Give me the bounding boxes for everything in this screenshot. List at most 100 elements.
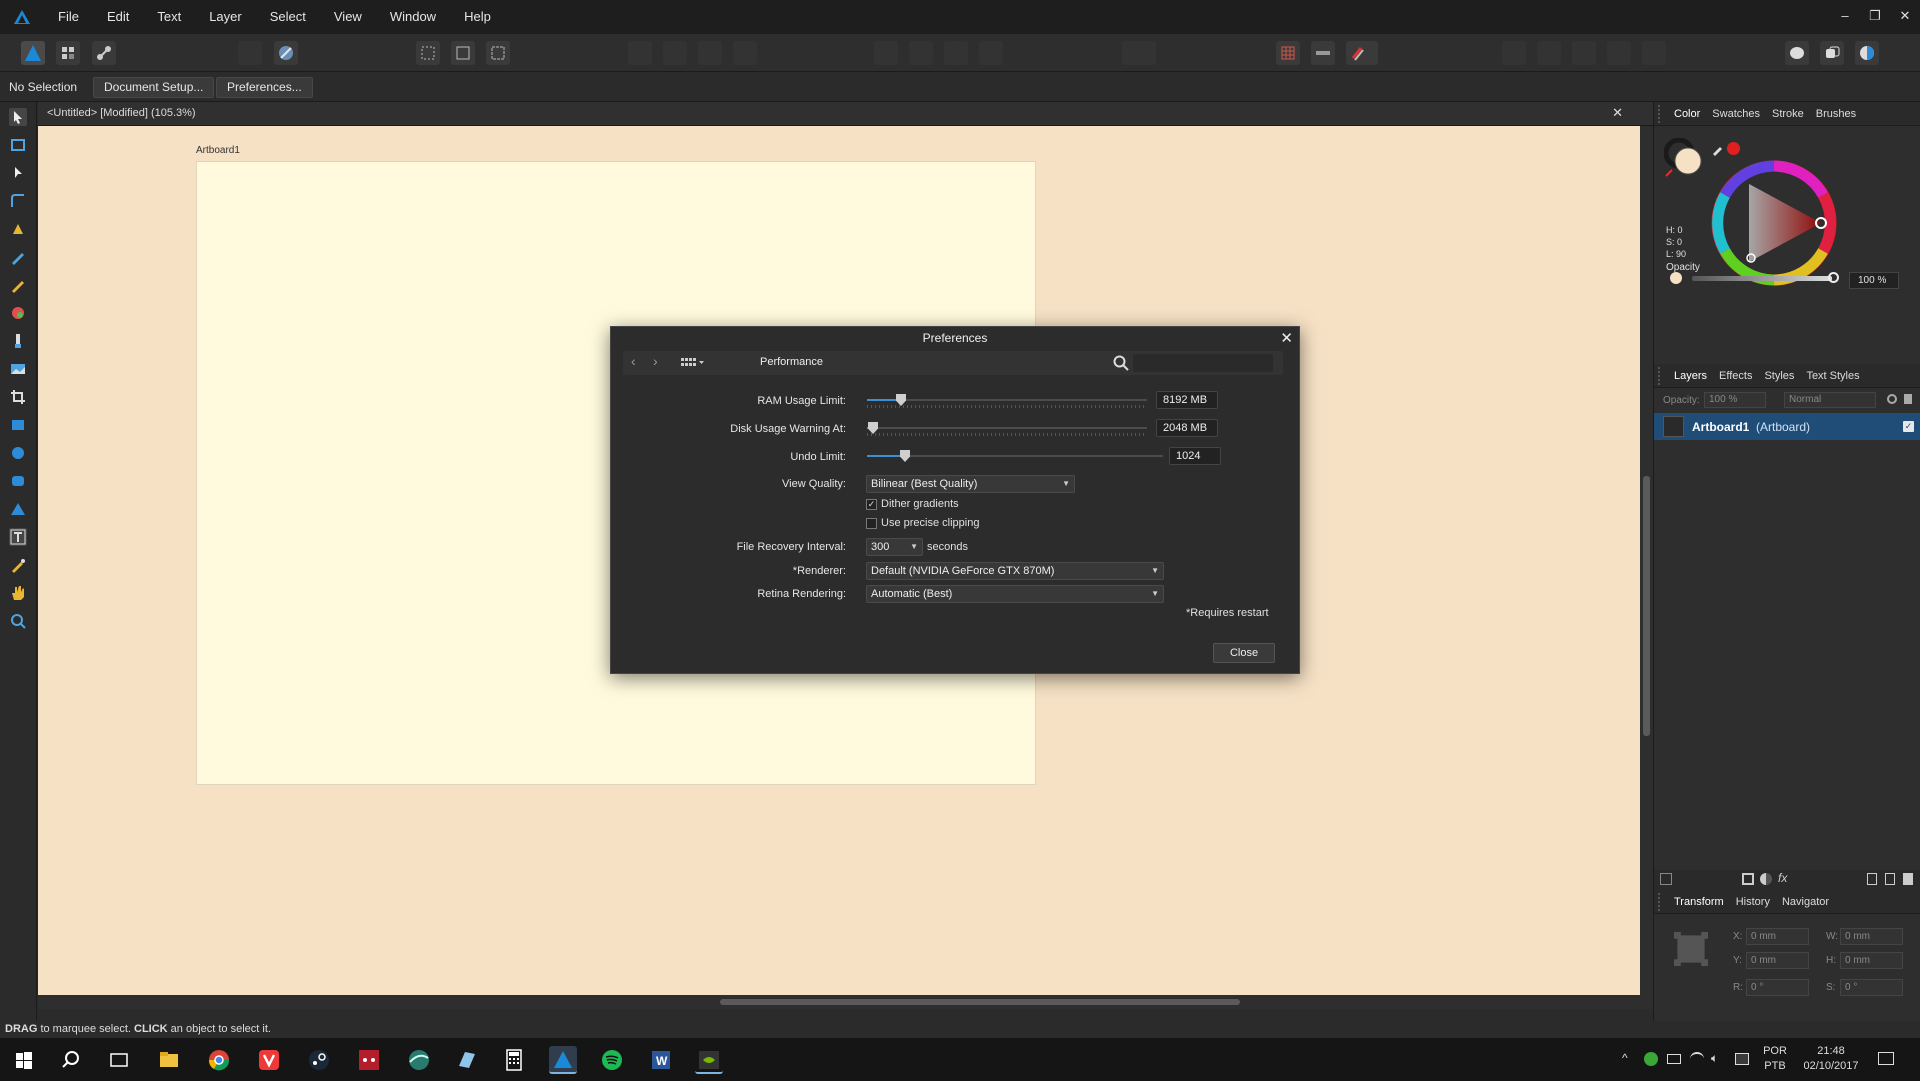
panel-grip-icon[interactable] [1658,366,1668,385]
layers-menu-icon[interactable] [1660,873,1672,885]
opacity-slider[interactable] [1692,276,1832,281]
file-explorer-icon[interactable] [155,1046,183,1074]
menu-view[interactable]: View [320,0,376,34]
rotation-field[interactable]: 0 ° [1746,979,1809,996]
vertical-scrollbar[interactable] [1640,126,1653,995]
fx-icon[interactable]: fx [1778,871,1787,885]
w-field[interactable]: 0 mm [1840,928,1903,945]
designer-persona-icon[interactable] [21,41,45,65]
disk-warning-field[interactable]: 2048 MB [1156,419,1218,437]
snapping-magnet-icon[interactable] [1346,41,1378,65]
calculator-icon[interactable] [500,1046,528,1074]
boolean-intersect-icon[interactable] [1572,41,1596,65]
select-none-icon[interactable] [451,41,475,65]
vector-brush-tool-icon[interactable] [9,276,27,294]
anchor-selector-icon[interactable] [1674,932,1708,966]
browser-globe-icon[interactable] [405,1046,433,1074]
tray-chevron-icon[interactable]: ^ [1622,1051,1628,1066]
crop-tool-icon[interactable] [9,388,27,406]
menu-help[interactable]: Help [450,0,505,34]
document-tab[interactable]: <Untitled> [Modified] (105.3%) ✕ [38,102,1653,126]
menu-layer[interactable]: Layer [195,0,256,34]
notes-app-icon[interactable] [453,1046,481,1074]
tab-effects[interactable]: Effects [1713,370,1758,382]
layer-settings-icon[interactable] [1887,394,1897,404]
grid-icon[interactable] [1276,41,1300,65]
assistant-icon[interactable] [1785,41,1809,65]
color-wheel[interactable] [1709,158,1839,288]
view-mode-icon[interactable] [274,41,298,65]
layer-row[interactable]: Artboard1 (Artboard) ✓ [1654,413,1920,440]
pencil-tool-icon[interactable] [9,248,27,266]
shear-field[interactable]: 0 ° [1840,979,1903,996]
move-tool-icon[interactable] [9,108,27,126]
rounded-rectangle-tool-icon[interactable] [9,472,27,490]
close-document-button[interactable]: ✕ [1612,105,1623,121]
horizontal-scrollbar[interactable] [38,995,1653,1009]
zoom-tool-icon[interactable] [9,612,27,630]
boolean-xor-icon[interactable] [1642,41,1666,65]
tab-brushes[interactable]: Brushes [1810,108,1862,120]
tab-layers[interactable]: Layers [1668,370,1713,382]
arrange-front-icon[interactable] [733,41,757,65]
menu-text[interactable]: Text [143,0,195,34]
fill-tool-icon[interactable] [9,304,27,322]
search-icon[interactable] [1113,355,1129,371]
keyboard-layout[interactable]: PTB [1760,1059,1790,1074]
volume-icon[interactable]: 🔈︎ [1711,1051,1718,1066]
restore-button[interactable]: ❐ [1860,0,1890,34]
x-field[interactable]: 0 mm [1746,928,1809,945]
triangle-tool-icon[interactable] [9,500,27,518]
eyedropper-icon[interactable] [1711,142,1725,159]
ram-usage-slider[interactable] [867,394,1147,408]
ram-usage-field[interactable]: 8192 MB [1156,391,1218,409]
current-color-swatch[interactable] [1727,142,1740,155]
tab-text-styles[interactable]: Text Styles [1800,370,1865,382]
retina-rendering-select[interactable]: Automatic (Best) ▼ [866,585,1164,603]
mask-icon[interactable] [1742,873,1754,885]
guides-icon[interactable] [1311,41,1335,65]
rotate-right-icon[interactable] [979,41,1003,65]
steam-icon[interactable] [305,1046,333,1074]
export-persona-icon[interactable] [92,41,116,65]
hand-tool-icon[interactable] [9,584,27,602]
panel-grip-icon[interactable] [1658,104,1668,123]
windows-start-icon[interactable] [10,1046,38,1074]
close-button[interactable]: Close [1213,643,1275,663]
network-icon[interactable] [1735,1053,1749,1065]
node-tool-icon[interactable] [9,164,27,182]
layer-opacity-field[interactable]: 100 % [1704,392,1766,408]
place-image-tool-icon[interactable] [9,360,27,378]
adjustment-icon[interactable] [1760,873,1772,885]
arrange-backward-icon[interactable] [663,41,687,65]
boolean-add-icon[interactable] [1502,41,1526,65]
tab-transform[interactable]: Transform [1668,896,1730,908]
opacity-slider-knob[interactable] [1828,272,1839,283]
battery-icon[interactable] [1667,1054,1681,1064]
horizontal-scroll-thumb[interactable] [720,999,1240,1005]
arrange-back-icon[interactable] [628,41,652,65]
back-arrow-icon[interactable]: ‹ [631,353,636,369]
clock-date[interactable]: 02/10/2017 [1800,1059,1862,1074]
view-quality-select[interactable]: Bilinear (Best Quality) ▼ [866,475,1075,493]
vertical-scroll-thumb[interactable] [1643,476,1650,736]
tab-navigator[interactable]: Navigator [1776,896,1835,908]
arrange-forward-icon[interactable] [698,41,722,65]
tab-stroke[interactable]: Stroke [1766,108,1810,120]
tray-app-icon[interactable] [1644,1052,1658,1066]
preferences-toolbar-icon[interactable] [238,41,262,65]
panel-grip-icon[interactable] [1658,892,1668,911]
nvidia-icon[interactable] [695,1046,723,1074]
language-code[interactable]: POR [1760,1044,1790,1059]
menu-file[interactable]: File [44,0,93,34]
renderer-select[interactable]: Default (NVIDIA GeForce GTX 870M) ▼ [866,562,1164,580]
fill-stroke-swatches[interactable] [1663,137,1702,177]
chrome-icon[interactable] [205,1046,233,1074]
invert-selection-icon[interactable] [486,41,510,65]
minimize-button[interactable]: – [1830,0,1860,34]
clock-time[interactable]: 21:48 [1800,1044,1862,1059]
color-toggle-icon[interactable] [1855,41,1879,65]
menu-edit[interactable]: Edit [93,0,143,34]
dither-gradients-checkbox[interactable]: ✓ [866,499,877,510]
transparency-tool-icon[interactable] [9,332,27,350]
